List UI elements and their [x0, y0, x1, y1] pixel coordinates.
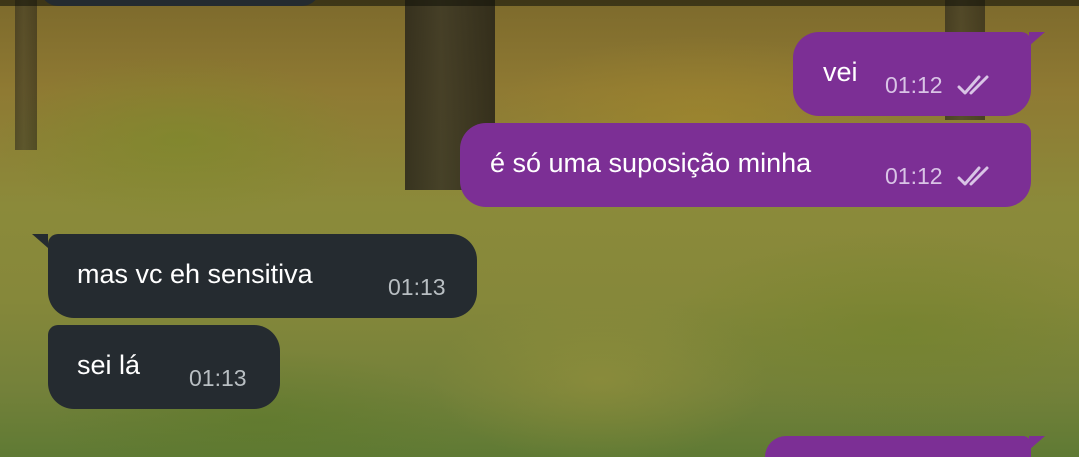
message-bubble-outgoing[interactable]: vei 01:12: [793, 32, 1031, 116]
message-text: é só uma suposição minha: [490, 148, 812, 178]
message-meta: 01:12: [885, 163, 997, 189]
message-time: 01:13: [388, 274, 446, 300]
message-time: 01:12: [885, 72, 943, 98]
message-time: 01:13: [189, 365, 247, 391]
message-meta: 01:13: [388, 274, 446, 300]
message-bubble-outgoing[interactable]: é só uma suposição minha 01:12: [460, 123, 1031, 207]
clipped-previous-message[interactable]: [40, 0, 320, 6]
message-bubble-outgoing-clipped[interactable]: [765, 436, 1031, 457]
message-text: sei lá: [77, 350, 141, 380]
message-text: vei: [823, 57, 858, 87]
message-time: 01:12: [885, 163, 943, 189]
message-meta: 01:12: [885, 72, 997, 98]
bubble-tail: [1029, 436, 1045, 450]
bubble-tail: [1029, 32, 1045, 46]
message-bubble-incoming[interactable]: sei lá 01:13: [48, 325, 280, 409]
double-check-icon: [957, 75, 989, 95]
message-text: mas vc eh sensitiva: [77, 259, 313, 289]
message-bubble-incoming[interactable]: mas vc eh sensitiva 01:13: [48, 234, 477, 318]
message-meta: 01:13: [189, 365, 247, 391]
bubble-tail: [32, 234, 48, 248]
double-check-icon: [957, 166, 989, 186]
wallpaper-tree-trunk: [15, 0, 37, 150]
